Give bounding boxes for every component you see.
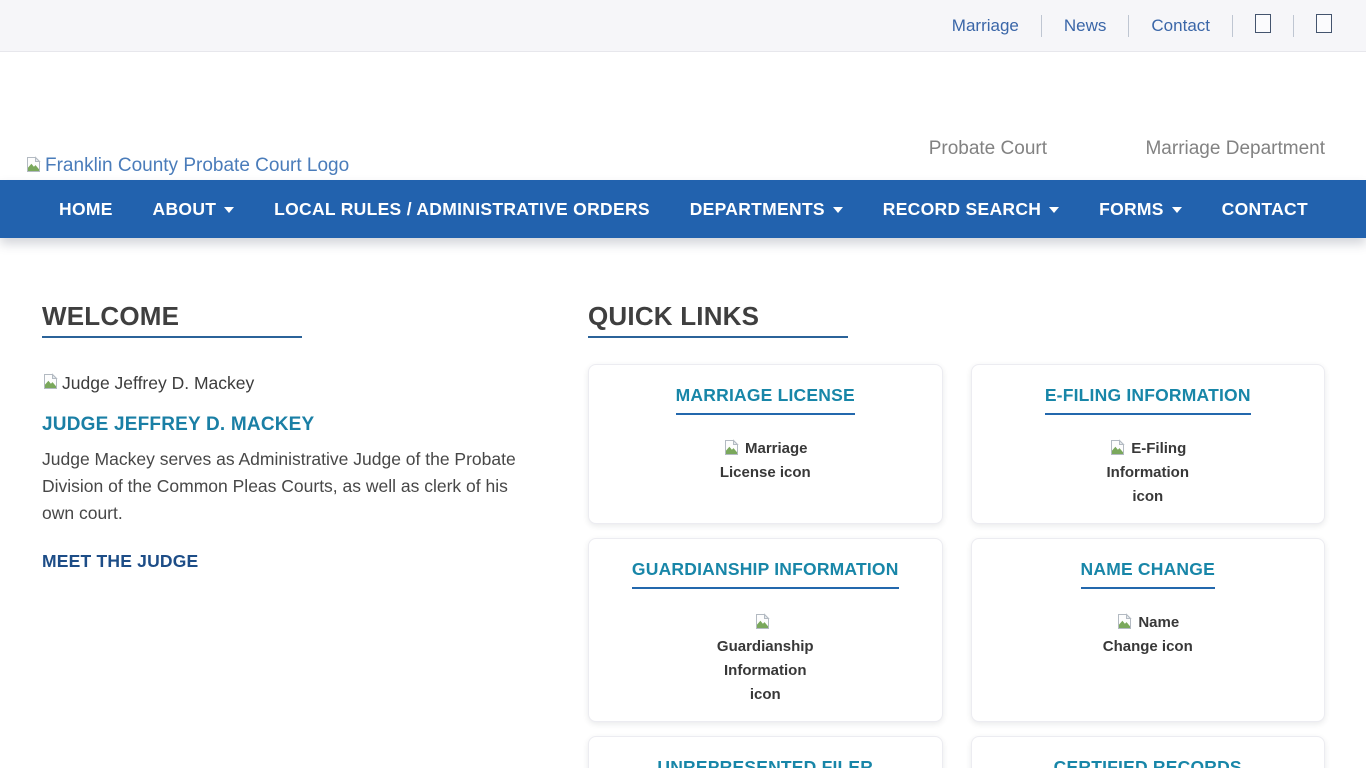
nav-item-forms[interactable]: FORMS	[1099, 199, 1182, 220]
judge-name-heading: JUDGE JEFFREY D. MACKEY	[42, 414, 532, 436]
divider	[1293, 15, 1294, 37]
top-utility-bar: Marriage News Contact	[0, 0, 1366, 52]
site-logo-broken-image[interactable]: Franklin County Probate Court Logo	[25, 155, 349, 177]
quick-links-grid: MARRIAGE LICENSE Marriage License icon E…	[588, 364, 1325, 768]
marriage-department-label: Marriage Department	[1145, 138, 1325, 160]
probate-court-label: Probate Court	[929, 138, 1047, 160]
nav-label: DEPARTMENTS	[690, 199, 825, 220]
card-name-change[interactable]: NAME CHANGE Name Change icon	[971, 538, 1326, 722]
welcome-title: WELCOME	[42, 303, 532, 330]
chevron-down-icon	[224, 207, 234, 213]
card-marriage-license[interactable]: MARRIAGE LICENSE Marriage License icon	[588, 364, 943, 524]
nav-item-departments[interactable]: DEPARTMENTS	[690, 199, 843, 220]
logo-alt-text: Franklin County Probate Court Logo	[45, 155, 349, 177]
missing-glyph-icon[interactable]	[1255, 14, 1271, 38]
nav-label: CONTACT	[1222, 199, 1308, 220]
card-title[interactable]: CERTIFIED RECORDS	[1054, 757, 1242, 768]
card-icon-broken-image: Marriage License icon	[716, 437, 814, 485]
nav-item-home[interactable]: HOME	[59, 199, 113, 220]
page: Marriage News Contact Franklin County Pr…	[0, 0, 1366, 768]
card-title[interactable]: UNREPRESENTED FILER RESOURCES	[605, 757, 926, 768]
quick-links-section: QUICK LINKS MARRIAGE LICENSE Marriage Li…	[588, 303, 1325, 768]
section-underline	[588, 336, 848, 338]
divider	[1232, 15, 1233, 37]
meet-the-judge-link[interactable]: MEET THE JUDGE	[42, 551, 198, 572]
card-title[interactable]: E-FILING INFORMATION	[1045, 385, 1251, 415]
chevron-down-icon	[833, 207, 843, 213]
chevron-down-icon	[1172, 207, 1182, 213]
section-underline	[42, 336, 302, 338]
card-icon-broken-image: Name Change icon	[1099, 611, 1197, 659]
nav-label: HOME	[59, 199, 113, 220]
broken-image-icon	[723, 439, 740, 456]
nav-item-about[interactable]: ABOUT	[153, 199, 235, 220]
chevron-down-icon	[1049, 207, 1059, 213]
missing-glyph-icon[interactable]	[1316, 14, 1332, 38]
divider	[1128, 15, 1129, 37]
topbar-link-news[interactable]: News	[1064, 16, 1107, 36]
card-icon-broken-image: E-Filing Information icon	[1099, 437, 1197, 509]
nav-item-record-search[interactable]: RECORD SEARCH	[883, 199, 1060, 220]
nav-label: ABOUT	[153, 199, 217, 220]
card-unrepresented-filer-resources[interactable]: UNREPRESENTED FILER RESOURCES	[588, 736, 943, 768]
welcome-section: WELCOME Judge Jeffrey D. Mackey JUDGE JE…	[42, 303, 532, 768]
topbar-link-contact[interactable]: Contact	[1151, 16, 1210, 36]
main-content: WELCOME Judge Jeffrey D. Mackey JUDGE JE…	[0, 238, 1366, 768]
main-nav: HOME ABOUT LOCAL RULES / ADMINISTRATIVE …	[0, 180, 1366, 238]
card-icon-broken-image: Guardianship Information icon	[716, 611, 814, 707]
judge-image-alt-text: Judge Jeffrey D. Mackey	[62, 372, 254, 394]
topbar-link-marriage[interactable]: Marriage	[952, 16, 1019, 36]
nav-item-local-rules[interactable]: LOCAL RULES / ADMINISTRATIVE ORDERS	[274, 199, 650, 220]
card-title[interactable]: NAME CHANGE	[1081, 559, 1215, 589]
card-title[interactable]: GUARDIANSHIP INFORMATION	[632, 559, 899, 589]
broken-image-icon	[42, 373, 59, 390]
nav-label: LOCAL RULES / ADMINISTRATIVE ORDERS	[274, 199, 650, 220]
quick-links-title: QUICK LINKS	[588, 303, 1325, 330]
card-icon-alt-text: Guardianship Information icon	[717, 638, 814, 703]
card-efiling-information[interactable]: E-FILING INFORMATION E-Filing Informatio…	[971, 364, 1326, 524]
card-guardianship-information[interactable]: GUARDIANSHIP INFORMATION Guardianship In…	[588, 538, 943, 722]
broken-image-icon	[754, 613, 771, 630]
broken-image-icon	[1116, 613, 1133, 630]
broken-image-icon	[25, 156, 42, 173]
divider	[1041, 15, 1042, 37]
nav-label: RECORD SEARCH	[883, 199, 1042, 220]
card-title[interactable]: MARRIAGE LICENSE	[676, 385, 855, 415]
judge-description: Judge Mackey serves as Administrative Ju…	[42, 446, 532, 527]
site-header: Franklin County Probate Court Logo Proba…	[0, 52, 1366, 180]
judge-photo-broken-image: Judge Jeffrey D. Mackey	[42, 372, 532, 394]
broken-image-icon	[1109, 439, 1126, 456]
nav-item-contact[interactable]: CONTACT	[1222, 199, 1308, 220]
nav-label: FORMS	[1099, 199, 1164, 220]
card-certified-records[interactable]: CERTIFIED RECORDS	[971, 736, 1326, 768]
